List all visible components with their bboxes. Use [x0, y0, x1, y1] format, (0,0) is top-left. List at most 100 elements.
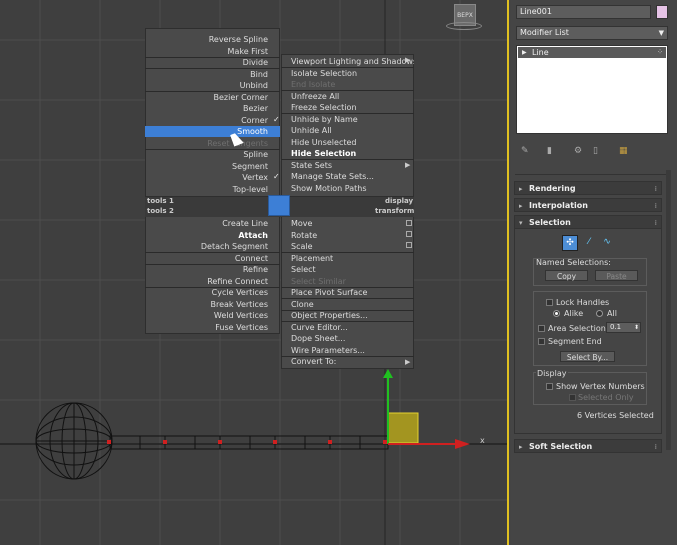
transform-label: transform [375, 207, 415, 215]
tools1-label: tools 1 [147, 197, 174, 205]
triangle-right-icon: ▸ [519, 443, 523, 451]
menu-item-isolate-selection[interactable]: Isolate Selection [281, 68, 414, 79]
menu-item-detach-segment[interactable]: Detach Segment [145, 241, 280, 252]
make-unique-icon[interactable]: ⚙ [574, 146, 582, 156]
menu-item-create-line[interactable]: Create Line [145, 218, 280, 229]
menu-item-segment[interactable]: Segment [145, 161, 280, 172]
area-selection-checkbox[interactable] [538, 325, 545, 332]
menu-item-placement[interactable]: Placement [281, 253, 414, 264]
menu-item-unfreeze-all[interactable]: Unfreeze All [281, 91, 414, 102]
menu-item-divide[interactable]: Divide [145, 57, 280, 68]
lock-handles-checkbox[interactable] [546, 299, 553, 306]
menu-item-rotate[interactable]: Rotate [281, 230, 414, 241]
segment-mode-button[interactable]: ⁄ [581, 235, 597, 251]
triangle-right-icon: ▶ [522, 49, 527, 56]
menu-item-manage-state-sets[interactable]: Manage State Sets... [281, 171, 414, 182]
vertex-mode-button[interactable]: ✣ [562, 235, 578, 251]
area-selection-value: 0.1 [610, 323, 622, 331]
menu-item-cycle-vertices[interactable]: Cycle Vertices [145, 287, 280, 298]
selected-only-label: Selected Only [578, 393, 634, 402]
menu-item-vertex[interactable]: Vertex [145, 172, 280, 183]
menu-item-smooth[interactable]: Smooth [145, 126, 280, 137]
menu-item-make-first[interactable]: Make First [145, 46, 280, 57]
menu-item-select-similar: Select Similar [291, 276, 346, 286]
stack-toolbar: ✎ ▮ ⚙ ▯ ▦ [519, 146, 669, 160]
menu-item-weld-vertices[interactable]: Weld Vertices [145, 310, 280, 321]
menu-item-scale[interactable]: Scale [281, 241, 414, 252]
submenu-arrow-icon: ▶ [405, 358, 411, 366]
menu-item-refine-connect[interactable]: Refine Connect [145, 276, 280, 287]
menu-item-corner[interactable]: Corner [145, 115, 280, 126]
settings-box-icon[interactable] [406, 231, 412, 237]
menu-item-convert-to[interactable]: Convert To: [281, 356, 414, 367]
rollout-rendering[interactable]: ▸ Rendering ⁝ [514, 181, 662, 195]
menu-item-unbind[interactable]: Unbind [145, 80, 280, 91]
settings-box-icon[interactable] [406, 220, 412, 226]
object-color-swatch[interactable] [656, 5, 668, 19]
menu-item-top-level[interactable]: Top-level [145, 184, 280, 195]
menu-item-hide-unselected[interactable]: Hide Unselected [281, 137, 414, 148]
settings-box-icon[interactable] [406, 242, 412, 248]
copy-button[interactable]: Copy [545, 270, 588, 281]
grip-icon: ⁝ [654, 443, 657, 451]
object-name-field[interactable]: Line001 [516, 5, 651, 19]
show-vertex-numbers-checkbox[interactable] [546, 383, 553, 390]
menu-item-unhide-all[interactable]: Unhide All [281, 125, 414, 136]
alike-radio[interactable] [553, 310, 560, 317]
modifier-list-dropdown[interactable]: Modifier List ▼ [516, 26, 668, 40]
menu-item-dope-sheet[interactable]: Dope Sheet... [281, 333, 414, 344]
rollout-interpolation[interactable]: ▸ Interpolation ⁝ [514, 198, 662, 212]
configure-modifier-icon[interactable]: ▦ [619, 146, 628, 156]
quad-center[interactable] [268, 195, 290, 216]
stack-item-line[interactable]: ▶ Line ⁘ [518, 47, 666, 58]
chevron-down-icon: ▼ [658, 29, 664, 37]
all-label: All [607, 309, 617, 318]
modifier-stack[interactable]: ▶ Line ⁘ [516, 45, 668, 134]
menu-item-viewport-lighting-and-shadows[interactable]: Viewport Lighting and Shadows [281, 56, 414, 67]
menu-item-attach[interactable]: Attach [145, 230, 280, 241]
menu-item-end-isolate: End Isolate [291, 80, 336, 89]
selected-only-checkbox[interactable] [569, 394, 576, 401]
rollout-soft-selection[interactable]: ▸ Soft Selection ⁝ [514, 439, 662, 453]
menu-item-bezier[interactable]: Bezier [145, 103, 280, 114]
remove-modifier-icon[interactable]: ▯ [593, 146, 598, 156]
menu-item-bind[interactable]: Bind [145, 69, 280, 80]
area-selection-spinner[interactable]: 0.1 ⬍ [606, 322, 641, 333]
menu-item-hide-selection[interactable]: Hide Selection [281, 148, 414, 159]
spline-line [109, 435, 389, 450]
segment-end-checkbox[interactable] [538, 338, 545, 345]
rollout-interpolation-label: Interpolation [529, 201, 588, 210]
corner-check-icon: ✓ [273, 115, 280, 124]
display-label: Display [536, 369, 568, 378]
rollout-soft-selection-label: Soft Selection [529, 442, 593, 451]
menu-item-fuse-vertices[interactable]: Fuse Vertices [145, 322, 280, 333]
menu-item-object-properties[interactable]: Object Properties... [281, 310, 414, 321]
menu-item-move[interactable]: Move [281, 218, 414, 229]
rollout-selection[interactable]: ▾ Selection ⁝ [514, 215, 662, 229]
menu-item-show-motion-paths[interactable]: Show Motion Paths [281, 183, 414, 194]
menu-item-unhide-by-name[interactable]: Unhide by Name [281, 114, 414, 125]
menu-item-break-vertices[interactable]: Break Vertices [145, 299, 280, 310]
pin-icon: ⁘ [657, 48, 663, 56]
menu-item-clone[interactable]: Clone [281, 299, 414, 310]
menu-item-select[interactable]: Select [281, 264, 414, 275]
menu-item-state-sets[interactable]: State Sets [281, 160, 414, 171]
menu-item-freeze-selection[interactable]: Freeze Selection [281, 102, 414, 113]
pin-stack-icon[interactable]: ✎ [521, 146, 529, 156]
menu-item-place-pivot-surface[interactable]: Place Pivot Surface [281, 287, 414, 298]
select-by-button[interactable]: Select By... [560, 351, 615, 362]
triangle-right-icon: ▸ [519, 202, 523, 210]
menu-item-curve-editor[interactable]: Curve Editor... [281, 322, 414, 333]
menu-item-wire-parameters[interactable]: Wire Parameters... [281, 345, 414, 356]
menu-item-bezier-corner[interactable]: Bezier Corner [145, 92, 280, 103]
paste-button[interactable]: Paste [595, 270, 638, 281]
triangle-right-icon: ▸ [519, 185, 523, 193]
menu-item-spline[interactable]: Spline [145, 149, 280, 160]
panel-scrollbar[interactable] [666, 170, 671, 450]
spline-mode-button[interactable]: ∿ [599, 235, 615, 251]
menu-item-refine[interactable]: Refine [145, 264, 280, 275]
menu-item-reverse-spline[interactable]: Reverse Spline [145, 34, 280, 45]
all-radio[interactable] [596, 310, 603, 317]
show-end-result-icon[interactable]: ▮ [547, 146, 552, 156]
menu-item-connect[interactable]: Connect [145, 253, 280, 264]
